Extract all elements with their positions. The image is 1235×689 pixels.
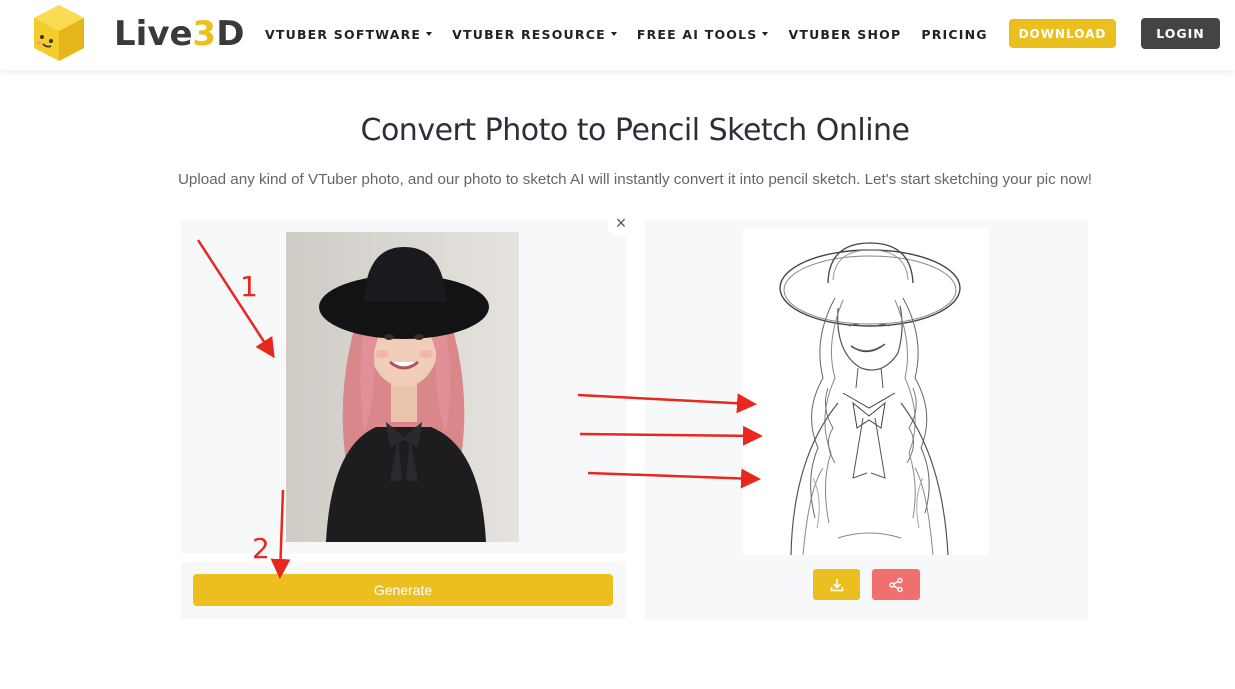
photo-image bbox=[286, 232, 519, 542]
nav-pricing[interactable]: PRICING bbox=[921, 27, 987, 42]
nav-vtuber-shop[interactable]: VTUBER SHOP bbox=[788, 27, 901, 42]
nav-label: FREE AI TOOLS bbox=[636, 26, 758, 42]
annotation-step-2: 2 bbox=[252, 532, 270, 565]
logo-wordmark: Live3D bbox=[114, 14, 244, 54]
page-subtitle: Upload any kind of VTuber photo, and our… bbox=[177, 171, 1093, 188]
page-title: Convert Photo to Pencil Sketch Online bbox=[360, 113, 911, 148]
chevron-down-icon bbox=[610, 32, 617, 36]
close-icon[interactable]: × bbox=[607, 209, 635, 237]
live3d-logo[interactable]: Live3D bbox=[28, 3, 244, 65]
nav-label: VTUBER RESOURCE bbox=[452, 26, 606, 42]
logo-text-live: Live bbox=[114, 14, 193, 54]
main-nav: VTUBER SOFTWARE VTUBER RESOURCE FREE AI … bbox=[265, 25, 1008, 43]
site-header: Live3D VTUBER SOFTWARE VTUBER RESOURCE F… bbox=[0, 0, 1235, 70]
nav-label: VTUBER SHOP bbox=[788, 26, 902, 42]
uploaded-photo bbox=[286, 232, 519, 542]
nav-vtuber-software[interactable]: VTUBER SOFTWARE bbox=[265, 26, 433, 42]
sketch-image bbox=[743, 228, 989, 555]
share-result-button[interactable] bbox=[872, 569, 920, 600]
download-result-button[interactable] bbox=[813, 569, 860, 600]
nav-label: VTUBER SOFTWARE bbox=[265, 26, 422, 42]
cube-mascot-icon bbox=[34, 5, 84, 61]
share-icon bbox=[889, 577, 903, 592]
header-divider bbox=[237, 26, 239, 42]
nav-free-ai-tools[interactable]: FREE AI TOOLS bbox=[637, 27, 769, 42]
annotation-step-1: 1 bbox=[240, 270, 258, 303]
nav-label: PRICING bbox=[921, 26, 988, 42]
generate-button[interactable]: Generate bbox=[193, 574, 613, 606]
download-icon bbox=[830, 578, 843, 591]
logo-text-3: 3 bbox=[192, 14, 217, 54]
chevron-down-icon bbox=[762, 32, 769, 36]
download-button[interactable]: DOWNLOAD bbox=[1009, 19, 1116, 48]
login-button[interactable]: LOGIN bbox=[1141, 18, 1220, 49]
sketch-result-image bbox=[743, 228, 989, 555]
nav-vtuber-resource[interactable]: VTUBER RESOURCE bbox=[452, 27, 617, 42]
logo-text-d: D bbox=[216, 14, 245, 54]
chevron-down-icon bbox=[426, 32, 433, 36]
